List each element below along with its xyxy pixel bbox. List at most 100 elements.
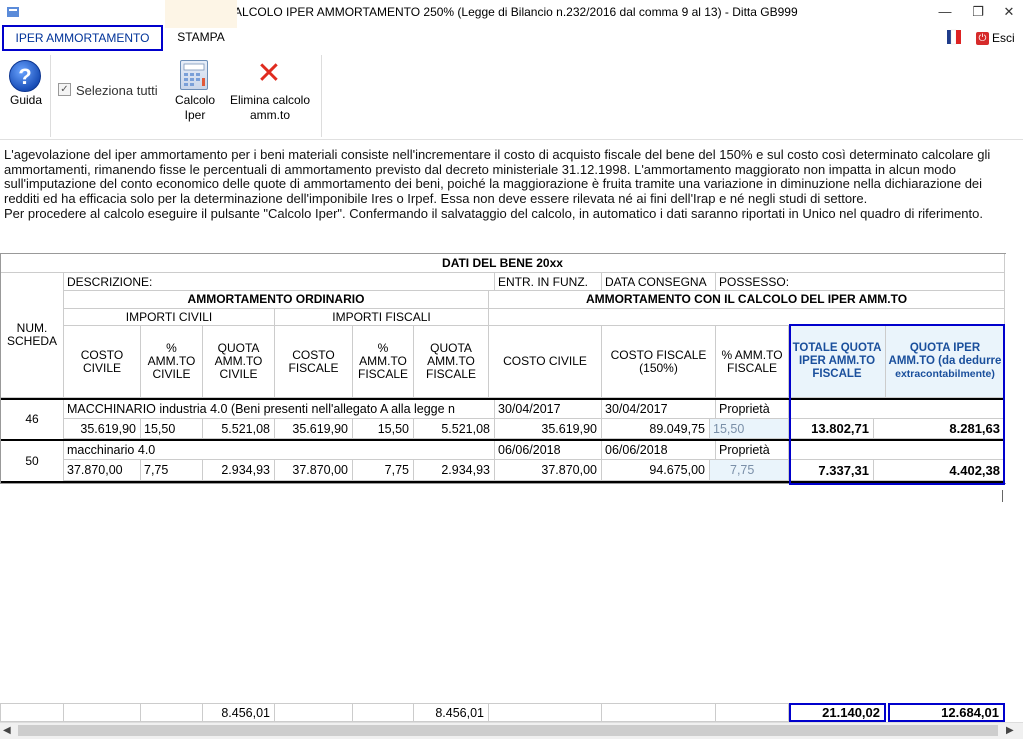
select-all-label[interactable]: Seleziona tutti bbox=[76, 83, 158, 98]
group-amm-iper: AMMORTAMENTO CON IL CALCOLO DEL IPER AMM… bbox=[489, 291, 1005, 309]
elimina-label-line1: Elimina calcolo bbox=[229, 93, 311, 107]
cell-quota-civile[interactable]: 5.521,08 bbox=[203, 419, 275, 439]
tab-bar: IPER AMMORTAMENTO STAMPA bbox=[0, 24, 1023, 52]
cell-empty bbox=[789, 441, 1005, 460]
total-empty bbox=[64, 703, 141, 722]
col-costo-civile: COSTO CIVILE bbox=[64, 326, 141, 398]
cell-quota-civile[interactable]: 2.934,93 bbox=[203, 460, 275, 481]
select-all-checkbox[interactable]: ✓ bbox=[58, 83, 71, 96]
col-num-scheda: NUM. SCHEDA bbox=[1, 273, 64, 398]
cell-entr-funz[interactable]: 06/06/2018 bbox=[495, 441, 602, 460]
exit-icon: ⏻ bbox=[976, 31, 989, 45]
help-icon[interactable]: ? bbox=[9, 60, 41, 92]
grid-header-title: DATI DEL BENE 20xx bbox=[1, 254, 1005, 273]
col-descrizione: DESCRIZIONE: bbox=[64, 273, 495, 291]
cell-empty bbox=[789, 400, 1005, 419]
total-quota-civile: 8.456,01 bbox=[203, 703, 275, 722]
info-paragraph: L'agevolazione del iper ammortamento per… bbox=[4, 147, 991, 207]
calcolo-iper-label-line1: Calcolo bbox=[174, 93, 216, 107]
cell-data-consegna[interactable]: 06/06/2018 bbox=[602, 441, 716, 460]
col-totale-quota-iper: TOTALE QUOTA IPER AMM.TO FISCALE bbox=[789, 326, 886, 398]
elimina-label-line2: amm.to bbox=[249, 108, 290, 122]
total-empty bbox=[353, 703, 414, 722]
cell-descrizione[interactable]: MACCHINARIO industria 4.0 (Beni presenti… bbox=[64, 400, 495, 419]
cell-pct-fiscale[interactable]: 15,50 bbox=[353, 419, 414, 439]
ribbon-separator bbox=[321, 55, 322, 137]
cell-possesso[interactable]: Proprietà bbox=[716, 400, 789, 419]
cell-totale-quota-iper[interactable]: 7.337,31 bbox=[789, 460, 874, 481]
esci-button[interactable]: ⏻ Esci bbox=[976, 30, 1015, 46]
col-pct-amm-fiscale: % AMM.TO FISCALE bbox=[353, 326, 414, 398]
col-data-consegna: DATA CONSEGNA bbox=[602, 273, 716, 291]
row-divider bbox=[1, 481, 1005, 483]
col-quota-iper-line2: extracontabilmente) bbox=[895, 368, 995, 380]
delete-x-icon[interactable]: ✕ bbox=[255, 59, 283, 89]
group-amm-ordinario: AMMORTAMENTO ORDINARIO bbox=[64, 291, 489, 309]
scrollbar-thumb[interactable] bbox=[18, 725, 998, 736]
ribbon-separator bbox=[50, 55, 51, 137]
col-iper-costo-civile: COSTO CIVILE bbox=[489, 326, 602, 398]
language-flag-icon[interactable] bbox=[946, 29, 962, 45]
cell-iper-pct[interactable]: 7,75 bbox=[710, 460, 789, 481]
group-importi-civili: IMPORTI CIVILI bbox=[64, 309, 275, 326]
cell-costo-civile[interactable]: 35.619,90 bbox=[64, 419, 141, 439]
cell-iper-pct[interactable]: 15,50 bbox=[710, 419, 789, 439]
total-empty bbox=[602, 703, 716, 722]
guida-button-label[interactable]: Guida bbox=[4, 93, 48, 107]
maximize-button[interactable]: ❐ bbox=[965, 2, 991, 22]
esci-label: Esci bbox=[992, 31, 1015, 45]
total-empty bbox=[275, 703, 353, 722]
cell-pct-civile[interactable]: 7,75 bbox=[141, 460, 203, 481]
cell-costo-fiscale[interactable]: 35.619,90 bbox=[275, 419, 353, 439]
info-paragraph: Per procedere al calcolo eseguire il pul… bbox=[4, 205, 983, 221]
cell-iper-costo-fiscale[interactable]: 89.049,75 bbox=[602, 419, 710, 439]
scroll-left-arrow-icon[interactable]: ◀ bbox=[3, 725, 11, 736]
cell-iper-costo-fiscale[interactable]: 94.675,00 bbox=[602, 460, 710, 481]
total-empty bbox=[489, 703, 602, 722]
tab-iper-ammortamento[interactable]: IPER AMMORTAMENTO bbox=[2, 25, 163, 51]
cell-costo-fiscale[interactable]: 37.870,00 bbox=[275, 460, 353, 481]
cell-totale-quota-iper[interactable]: 13.802,71 bbox=[789, 419, 874, 439]
cell-quota-iper[interactable]: 8.281,63 bbox=[874, 419, 1005, 439]
scroll-right-arrow-icon[interactable]: ▶ bbox=[1006, 725, 1014, 736]
total-empty bbox=[0, 703, 64, 722]
tab-stampa[interactable]: STAMPA bbox=[165, 25, 237, 51]
cell-iper-costo-civile[interactable]: 37.870,00 bbox=[495, 460, 602, 481]
close-button[interactable]: ✕ bbox=[996, 2, 1022, 22]
cell-entr-funz[interactable]: 30/04/2017 bbox=[495, 400, 602, 419]
calcolo-iper-label-line2: Iper bbox=[184, 108, 206, 122]
col-pct-amm-civile: % AMM.TO CIVILE bbox=[141, 326, 203, 398]
cell-iper-costo-civile[interactable]: 35.619,90 bbox=[495, 419, 602, 439]
calcolo-iper-button[interactable]: Calcolo Iper bbox=[170, 93, 220, 123]
group-importi-fiscali: IMPORTI FISCALI bbox=[275, 309, 489, 326]
info-text: L'agevolazione del iper ammortamento per… bbox=[4, 147, 1020, 222]
cell-num-scheda[interactable]: 50 bbox=[1, 441, 64, 482]
elimina-calcolo-button[interactable]: Elimina calcolo amm.to bbox=[222, 93, 318, 123]
cell-possesso[interactable]: Proprietà bbox=[716, 441, 789, 460]
calculator-icon[interactable] bbox=[180, 60, 208, 90]
col-quota-iper-dedurre: QUOTA IPER AMM.TO (da dedurre extracontab… bbox=[886, 326, 1005, 398]
cell-quota-fiscale[interactable]: 5.521,08 bbox=[414, 419, 495, 439]
cell-quota-iper[interactable]: 4.402,38 bbox=[874, 460, 1005, 481]
col-quota-amm-civile: QUOTA AMM.TO CIVILE bbox=[203, 326, 275, 398]
col-iper-costo-fiscale: COSTO FISCALE (150%) bbox=[602, 326, 716, 398]
cell-descrizione[interactable]: macchinario 4.0 bbox=[64, 441, 495, 460]
total-quota-fiscale: 8.456,01 bbox=[414, 703, 489, 722]
cell-num-scheda[interactable]: 46 bbox=[1, 400, 64, 440]
cell-data-consegna[interactable]: 30/04/2017 bbox=[602, 400, 716, 419]
minimize-button[interactable]: — bbox=[932, 2, 958, 22]
window-title: CALCOLO IPER AMMORTAMENTO 250% (Legge di… bbox=[225, 5, 798, 19]
cell-pct-civile[interactable]: 15,50 bbox=[141, 419, 203, 439]
total-totale-quota-iper: 21.140,02 bbox=[789, 703, 886, 722]
cell-costo-civile[interactable]: 37.870,00 bbox=[64, 460, 141, 481]
col-entr-funz: ENTR. IN FUNZ. bbox=[495, 273, 602, 291]
col-iper-pct-amm: % AMM.TO FISCALE bbox=[716, 326, 789, 398]
col-costo-fiscale: COSTO FISCALE bbox=[275, 326, 353, 398]
total-quota-iper: 12.684,01 bbox=[888, 703, 1005, 722]
cell-quota-fiscale[interactable]: 2.934,93 bbox=[414, 460, 495, 481]
group-iper-spacer bbox=[489, 309, 1005, 326]
col-possesso: POSSESSO: bbox=[716, 273, 1005, 291]
scroll-edge bbox=[1002, 490, 1003, 502]
total-empty bbox=[141, 703, 203, 722]
cell-pct-fiscale[interactable]: 7,75 bbox=[353, 460, 414, 481]
